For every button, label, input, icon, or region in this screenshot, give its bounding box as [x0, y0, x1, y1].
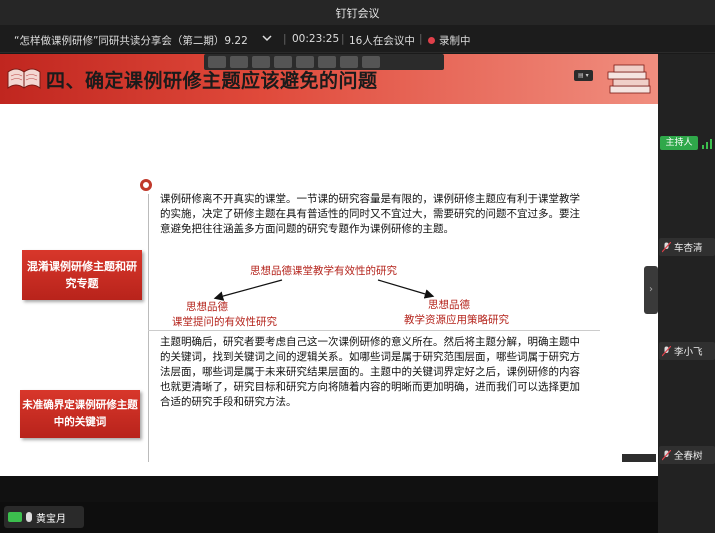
camera-on-icon[interactable] [8, 512, 22, 522]
self-name: 黄宝月 [36, 513, 66, 525]
vertical-divider [148, 194, 149, 462]
meeting-name[interactable]: “怎样做课例研修”同研共读分享会（第二期）9.22 [14, 33, 248, 48]
mic-icon[interactable] [208, 56, 226, 68]
open-book-icon [7, 68, 41, 89]
bottom-bar [0, 502, 658, 533]
participant-tile[interactable]: 李小飞 [659, 342, 715, 360]
participants-icon[interactable] [274, 56, 292, 68]
app-title: 钉钉会议 [335, 7, 380, 20]
shared-slide: 四、确定课例研修主题应该避免的问题 ▤ ▾ 课例研修离不开真实的课堂。一节课的研… [0, 54, 658, 476]
paragraph-2: 主题明确后，研究者要考虑自己这一次课例研修的意义所在。然后将主题分解，明确主题中… [160, 336, 580, 408]
microphone-icon[interactable] [26, 512, 32, 522]
diagram-left-subject: 思想品德 [186, 301, 228, 313]
camera-icon[interactable] [230, 56, 248, 68]
slide-title: 四、确定课例研修主题应该避免的问题 [46, 70, 378, 92]
diagram-left-topic: 课堂提问的有效性研究 [172, 316, 277, 328]
host-badge: 主持人 [660, 136, 698, 150]
diagram-right-topic: 教学资源应用策略研究 [404, 314, 509, 326]
participant-tile[interactable]: 车杏清 [659, 238, 715, 256]
view-options-icon[interactable]: ▤ ▾ [574, 70, 593, 81]
mic-muted-icon [662, 449, 671, 460]
diagram-topic: 思想品德课堂教学有效性的研究 [250, 265, 397, 277]
window-title-bar: 钉钉会议 [0, 0, 715, 25]
participant-name: 李小飞 [674, 347, 703, 358]
recording-label: 录制中 [439, 35, 471, 47]
share-floating-toolbar[interactable] [204, 54, 444, 70]
participant-name: 车杏清 [674, 243, 703, 254]
divider: | [341, 33, 345, 45]
chevron-down-icon[interactable] [262, 33, 272, 45]
divider: | [283, 33, 287, 45]
problem-label-1: 混淆课例研修主题和研究专题 [22, 250, 142, 300]
divider: | [419, 33, 423, 45]
signal-strength-icon [702, 139, 712, 149]
slide-controls[interactable] [622, 454, 656, 462]
chevron-right-icon[interactable]: › [644, 266, 658, 314]
more-icon[interactable] [318, 56, 336, 68]
self-video-tile[interactable]: 黄宝月 [4, 506, 84, 528]
diagram-right-subject: 思想品德 [428, 299, 470, 311]
participant-tile[interactable]: 全春树 [659, 446, 715, 464]
attendee-count[interactable]: 16人在会议中 [349, 33, 415, 48]
share-icon[interactable] [252, 56, 270, 68]
meeting-info-bar: “怎样做课例研修”同研共读分享会（第二期）9.22 | 00:23:25 | 1… [0, 25, 715, 53]
problem-label-2: 未准确界定课例研修主题中的关键词 [20, 390, 140, 438]
mic-muted-icon [662, 345, 671, 356]
chat-icon[interactable] [296, 56, 314, 68]
record-dot-icon [428, 37, 435, 44]
recording-status[interactable]: 录制中 [428, 33, 471, 48]
paragraph-1: 课例研修离不开真实的课堂。一节课的研究容量是有限的，课例研修主题应有利于课堂教学… [160, 193, 580, 235]
timer-icon [340, 56, 358, 68]
book-stack-icon [607, 64, 651, 94]
bullet-ring-icon [140, 179, 152, 191]
horizontal-divider [148, 330, 600, 331]
end-share-icon[interactable] [362, 56, 380, 68]
participant-name: 全春树 [674, 451, 703, 462]
meeting-duration: 00:23:25 [292, 33, 340, 45]
mic-muted-icon [662, 241, 671, 252]
